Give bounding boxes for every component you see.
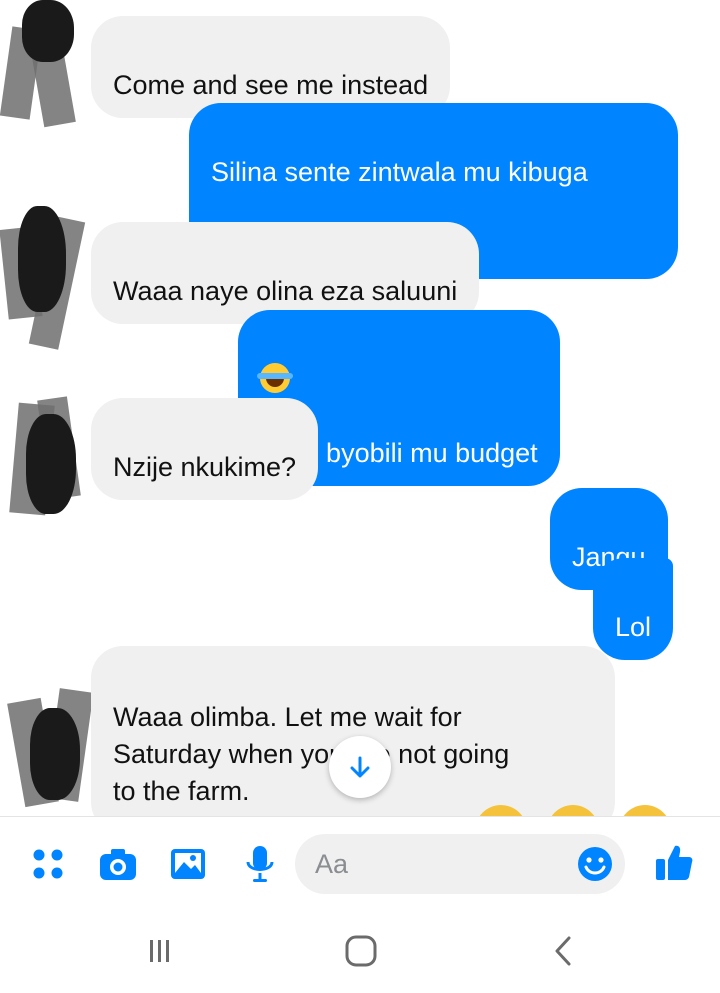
message-incoming[interactable]: Nzije nkukime? xyxy=(91,398,319,500)
home-icon[interactable] xyxy=(336,931,386,971)
system-navigation-bar xyxy=(0,911,720,993)
microphone-icon[interactable] xyxy=(240,844,280,884)
back-icon[interactable] xyxy=(538,931,588,971)
emoji-icon[interactable] xyxy=(577,846,613,882)
message-text: Come and see me instead xyxy=(113,70,429,100)
contact-avatar[interactable] xyxy=(0,198,86,350)
scroll-to-bottom-button[interactable] xyxy=(329,736,391,798)
contact-avatar[interactable] xyxy=(7,688,94,810)
message-input[interactable]: Aa xyxy=(295,834,625,894)
message-input-placeholder: Aa xyxy=(315,849,349,879)
message-text: Silina sente zintwala mu kibuga xyxy=(211,157,588,187)
message-text: Waaa naye olina eza saluuni xyxy=(113,276,458,306)
message-outgoing[interactable]: Lol xyxy=(593,558,674,660)
message-text: Lol xyxy=(615,612,652,642)
conversation-area[interactable]: Come and see me instead Silina sente zin… xyxy=(0,0,720,816)
arrow-down-icon xyxy=(350,756,370,778)
message-text: Waaa olimba. Let me wait for Saturday wh… xyxy=(113,702,510,806)
message-text: Nzije nkukime? xyxy=(113,452,297,482)
recent-apps-icon[interactable] xyxy=(135,931,185,971)
gallery-icon[interactable] xyxy=(168,844,208,884)
typing-dot xyxy=(619,805,671,816)
message-incoming[interactable]: Waaa naye olina eza saluuni xyxy=(91,222,480,324)
message-composer: Aa xyxy=(0,816,720,911)
face-with-tears-of-joy-icon xyxy=(257,363,293,393)
apps-icon[interactable] xyxy=(28,844,68,884)
camera-icon[interactable] xyxy=(98,844,138,884)
contact-avatar[interactable] xyxy=(9,396,88,518)
contact-avatar[interactable] xyxy=(0,0,82,128)
thumbs-up-icon[interactable] xyxy=(652,841,696,885)
